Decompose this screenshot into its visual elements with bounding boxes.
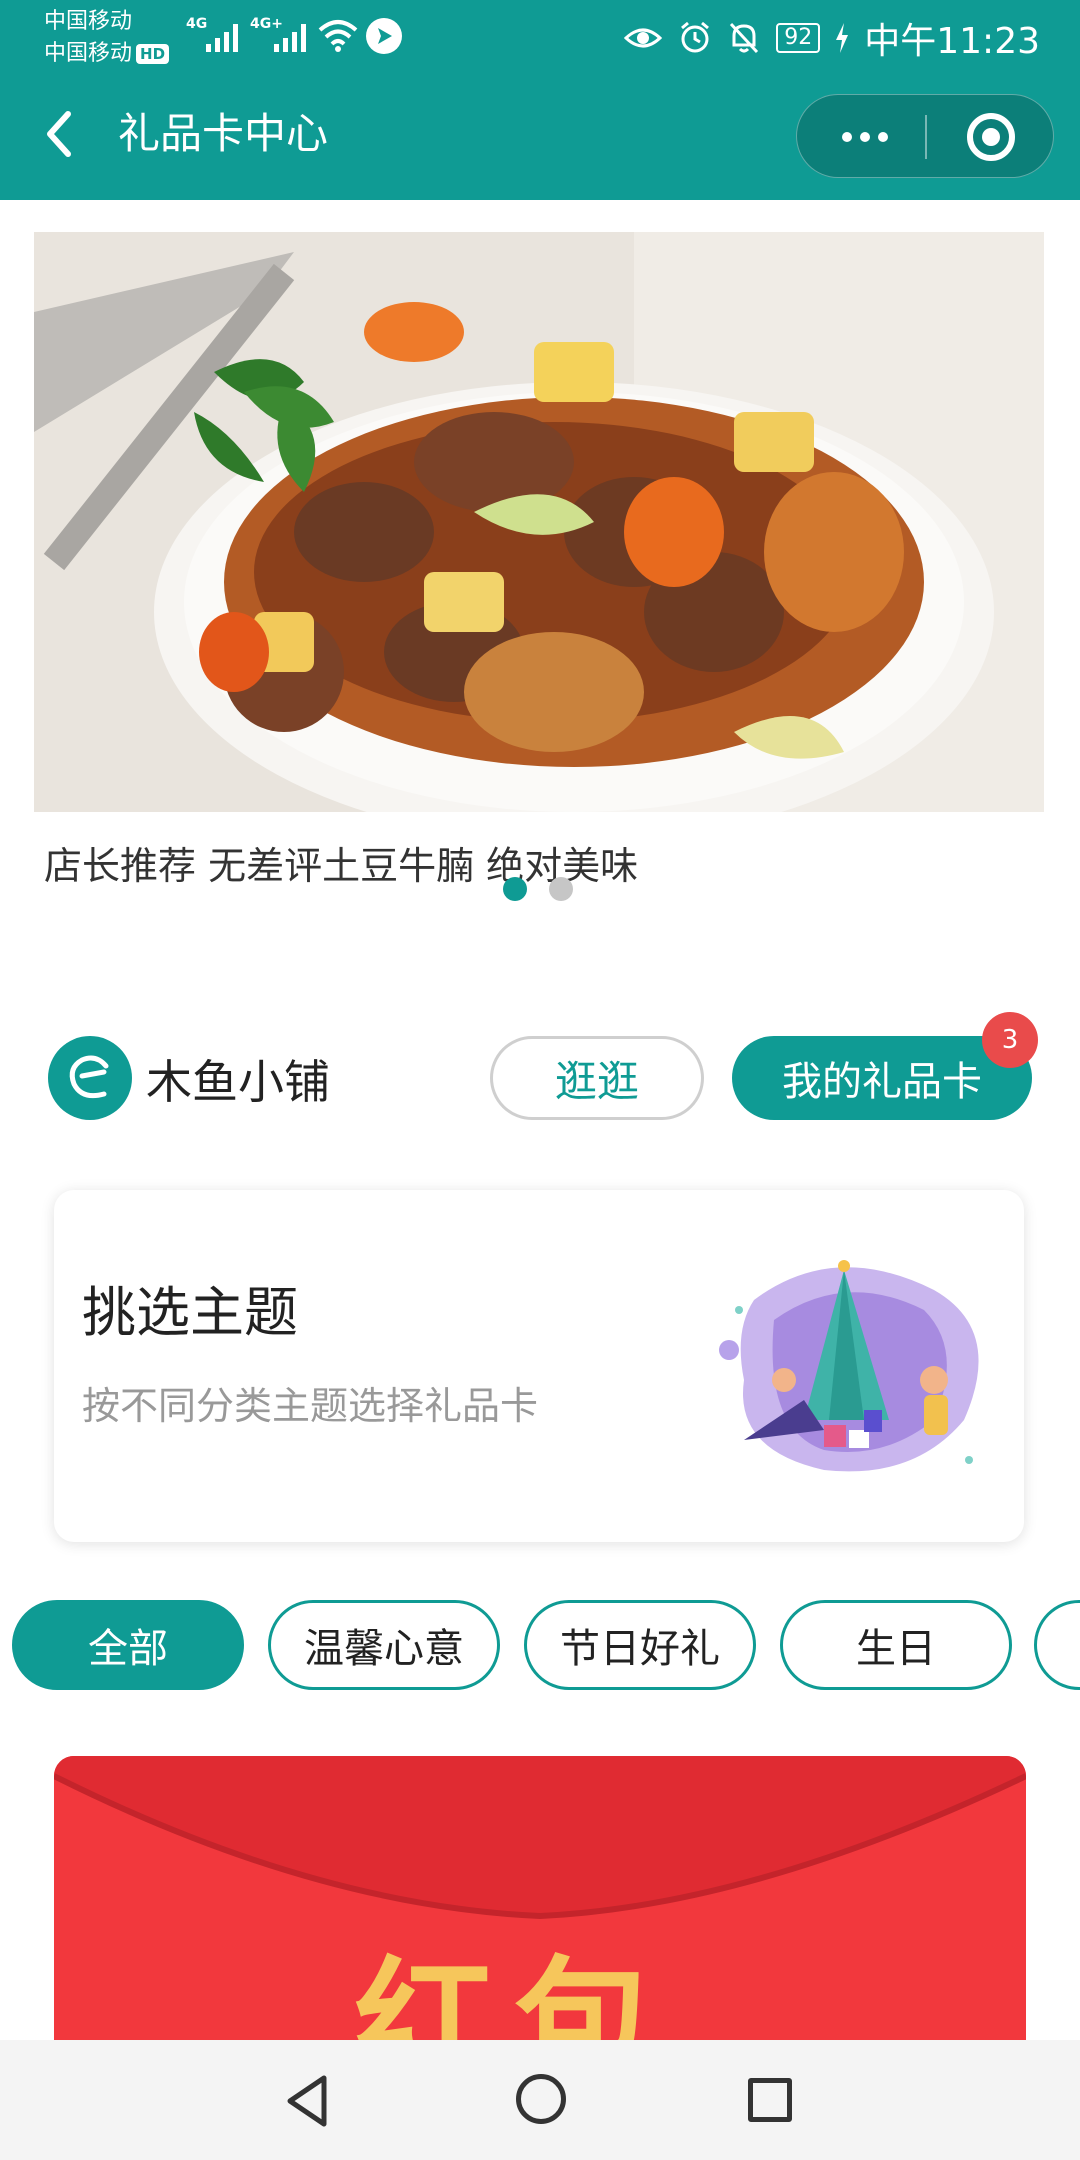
theme-card-title: 挑选主题: [82, 1281, 298, 1344]
tab-birthday[interactable]: 生日: [780, 1600, 1012, 1690]
christmas-gift-illustration-icon: [719, 1260, 979, 1472]
tab-more[interactable]: [1034, 1600, 1080, 1690]
hd-badge: HD: [136, 44, 170, 64]
chevron-left-icon[interactable]: [36, 104, 86, 164]
shop-name: 木鱼小铺: [146, 1055, 330, 1109]
tab-all[interactable]: 全部: [12, 1600, 244, 1690]
capsule-divider: [925, 115, 927, 159]
signal-type-1: 4G: [186, 16, 208, 32]
status-bar: 中国移动 中国移动 HD 4G 4G+ 92 中午11:23: [0, 0, 1080, 76]
more-dots-icon[interactable]: [825, 117, 905, 157]
system-nav-bar: [0, 2040, 1080, 2160]
signal-bars-1-icon: [206, 20, 238, 52]
eye-icon: [624, 28, 663, 48]
category-tabs: 全部 温馨心意 节日好礼 生日: [12, 1600, 1080, 1692]
carousel-dot-active[interactable]: [503, 877, 527, 901]
mini-program-capsule: [796, 94, 1054, 178]
food-photo: [34, 232, 1044, 812]
red-envelope-gift-card[interactable]: 红包: [54, 1756, 1026, 2056]
nav-home-icon[interactable]: [516, 2074, 566, 2124]
clock: 中午11:23: [864, 21, 1040, 62]
page-title: 礼品卡中心: [118, 109, 329, 158]
theme-card-description: 按不同分类主题选择礼品卡: [82, 1384, 539, 1428]
status-right: 92 中午11:23: [624, 12, 1040, 64]
carrier-2: 中国移动: [44, 41, 133, 66]
shop-logo-icon: [48, 1036, 132, 1120]
nav-recents-icon[interactable]: [748, 2078, 792, 2122]
location-icon: [366, 18, 402, 54]
nav-back-icon[interactable]: [284, 2074, 332, 2128]
charging-icon: [836, 23, 849, 53]
gift-card-count-badge: 3: [982, 1012, 1038, 1068]
carousel-dots: [503, 877, 573, 901]
signal-bars-2-icon: [274, 20, 306, 52]
alarm-icon: [681, 21, 710, 53]
wifi-icon: [318, 20, 358, 52]
target-icon[interactable]: [967, 113, 1015, 161]
top-bar: 中国移动 中国移动 HD 4G 4G+ 92 中午11:23 礼品卡中心: [0, 0, 1080, 200]
banner-image[interactable]: [34, 232, 1044, 812]
nav-bar: 礼品卡中心: [0, 76, 1080, 200]
carousel-dot[interactable]: [549, 877, 573, 901]
carrier-1: 中国移动: [44, 9, 133, 34]
tab-warm-wishes[interactable]: 温馨心意: [268, 1600, 500, 1690]
mute-bell-icon: [730, 22, 759, 54]
tab-holiday-gifts[interactable]: 节日好礼: [524, 1600, 756, 1690]
carrier-info: 中国移动 中国移动 HD: [44, 6, 170, 70]
theme-picker-card[interactable]: 挑选主题 按不同分类主题选择礼品卡: [54, 1190, 1024, 1542]
battery-level: 92: [776, 23, 821, 53]
browse-button[interactable]: 逛逛: [490, 1036, 704, 1120]
